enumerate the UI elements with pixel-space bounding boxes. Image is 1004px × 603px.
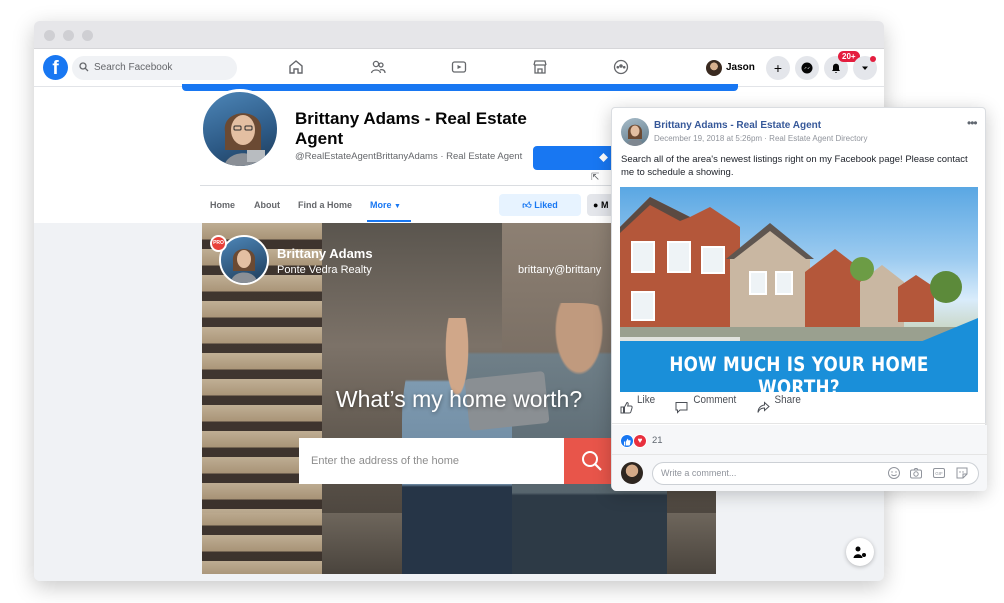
commenter-avatar	[621, 462, 643, 484]
marketplace-icon[interactable]	[532, 59, 548, 75]
post-timestamp[interactable]: December 19, 2018 at 5:26pm · Real Estat…	[654, 134, 867, 143]
tab-home[interactable]: Home	[210, 200, 235, 210]
messenger-button[interactable]	[795, 56, 819, 80]
left-background	[34, 223, 202, 581]
page-title: Brittany Adams - Real Estate Agent	[295, 109, 527, 148]
messenger-icon	[801, 62, 813, 74]
agent-email[interactable]: brittany@brittany	[518, 264, 601, 276]
post-body-text: Search all of the area's newest listings…	[621, 154, 968, 178]
caret-down-icon	[862, 66, 868, 70]
post-author-name[interactable]: Brittany Adams - Real Estate Agent	[654, 120, 821, 131]
banner-wedge	[920, 318, 978, 342]
thumbs-up-icon	[624, 438, 631, 446]
pro-badge: PRO	[210, 235, 227, 252]
gif-icon[interactable]: GIF	[932, 466, 946, 480]
tab-more[interactable]: More ▼	[370, 200, 401, 210]
camera-icon[interactable]	[909, 466, 923, 480]
caret-down-icon: ▼	[394, 203, 401, 210]
search-input[interactable]: Search Facebook	[72, 56, 237, 80]
comment-placeholder: Write a comment...	[661, 468, 737, 478]
message-label: M	[600, 200, 609, 210]
post-reactions[interactable]: ♥ 21	[612, 425, 987, 455]
post-author-avatar[interactable]	[621, 118, 649, 146]
sticker-icon[interactable]	[955, 466, 969, 480]
page-handle: @RealEstateAgentBrittanyAdams · Real Est…	[295, 151, 523, 162]
address-input[interactable]: Enter the address of the home	[299, 438, 564, 484]
maximize-window-dot[interactable]	[82, 30, 93, 41]
account-alert-dot	[870, 56, 876, 62]
share-icon[interactable]	[757, 401, 770, 414]
minimize-window-dot[interactable]	[63, 30, 74, 41]
comment-icon[interactable]	[675, 401, 688, 414]
friends-icon[interactable]	[370, 59, 386, 75]
user-avatar	[706, 60, 722, 76]
people-icon	[853, 546, 866, 558]
groups-icon[interactable]	[613, 59, 629, 75]
post-actions-bar: Like Comment Share	[612, 390, 987, 424]
bell-icon	[832, 63, 840, 73]
profile-shortcut[interactable]: Jason	[706, 57, 755, 79]
thumbs-up-icon: 👍︎	[522, 200, 532, 210]
liked-label: Liked	[534, 200, 558, 210]
cta-icon	[599, 153, 608, 162]
comment-input[interactable]: Write a comment...	[652, 462, 979, 485]
watch-icon[interactable]	[451, 59, 467, 75]
assistant-button[interactable]	[846, 538, 874, 566]
agent-avatar-illustration	[231, 249, 257, 283]
post-image-banner-text: HOW MUCH IS YOUR HOME WORTH?	[669, 353, 929, 392]
home-icon[interactable]	[288, 59, 304, 75]
cover-photo-strip	[182, 84, 738, 91]
share-action[interactable]: Share	[774, 394, 800, 406]
post-options-icon[interactable]: •••	[967, 116, 978, 130]
facebook-post-card: Brittany Adams - Real Estate Agent Decem…	[611, 107, 987, 491]
page-profile-picture[interactable]	[200, 89, 280, 169]
external-link-icon[interactable]: ⇱	[591, 172, 599, 183]
post-image[interactable]: HOW MUCH IS YOUR HOME WORTH?	[620, 187, 978, 392]
facebook-logo[interactable]: f	[43, 55, 68, 80]
agent-name: Brittany Adams	[277, 246, 373, 261]
search-icon	[79, 62, 89, 72]
messenger-icon: ●	[593, 200, 599, 210]
close-window-dot[interactable]	[44, 30, 55, 41]
tab-find-a-home[interactable]: Find a Home	[298, 200, 352, 210]
comment-action[interactable]: Comment	[693, 394, 736, 406]
tab-about[interactable]: About	[254, 200, 280, 210]
search-icon	[582, 451, 602, 471]
active-tab-indicator	[367, 220, 411, 222]
create-button[interactable]: +	[766, 56, 790, 80]
tab-more-label: More	[370, 200, 392, 210]
search-placeholder: Search Facebook	[94, 62, 173, 73]
like-reaction-icon	[620, 434, 634, 448]
user-name: Jason	[726, 62, 755, 73]
facebook-topbar: f Search Facebook Jason + 20+	[34, 49, 884, 87]
love-reaction-icon: ♥	[633, 434, 647, 448]
author-avatar-illustration	[627, 124, 643, 146]
reaction-count: 21	[652, 435, 663, 446]
plus-icon: +	[773, 60, 783, 76]
like-action[interactable]: Like	[637, 394, 655, 406]
page-cta-button[interactable]	[533, 146, 623, 170]
address-placeholder: Enter the address of the home	[311, 455, 459, 467]
like-icon[interactable]	[620, 401, 633, 414]
emoji-icon[interactable]	[887, 466, 901, 480]
comment-composer: Write a comment... GIF	[612, 455, 987, 491]
svg-text:GIF: GIF	[935, 471, 943, 476]
liked-button[interactable]: 👍︎ Liked	[499, 194, 581, 216]
browser-chrome	[34, 21, 884, 49]
agent-company: Ponte Vedra Realty	[277, 264, 372, 276]
